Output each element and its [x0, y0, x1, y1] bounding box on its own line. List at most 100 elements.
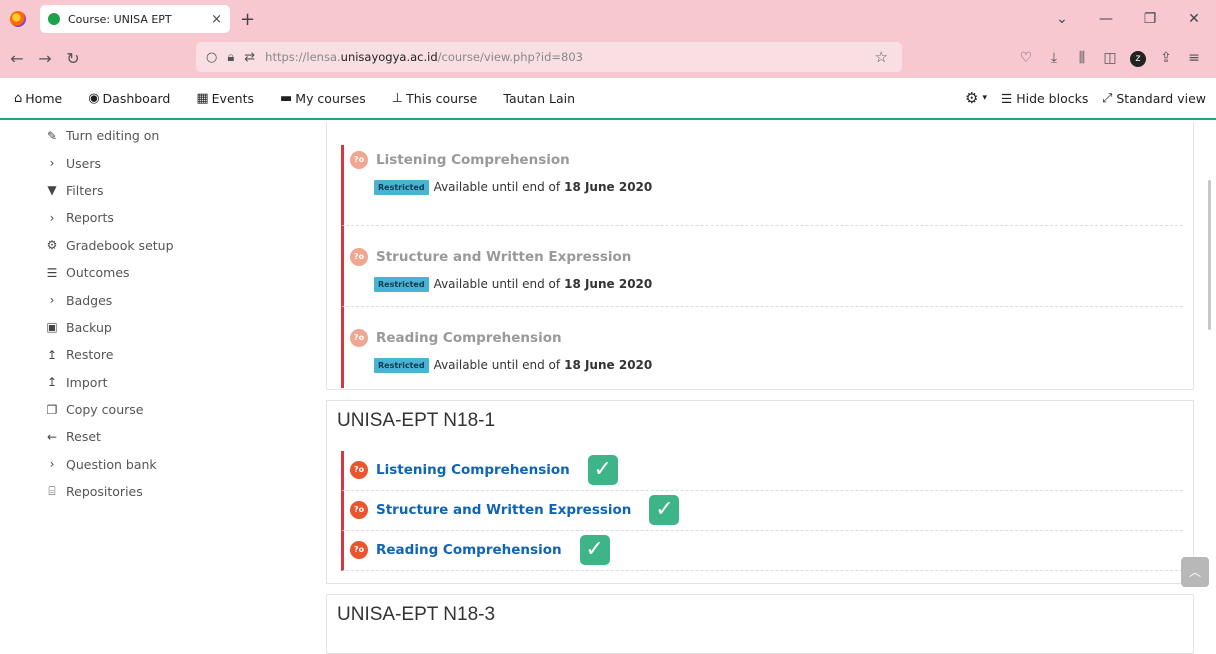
page-scrollbar[interactable] — [1208, 180, 1211, 330]
standard-view-button[interactable]: ⤢ Standard view — [1102, 90, 1206, 106]
moodle-top-nav: ⌂ Home ◉ Dashboard ▦ Events ▬ My courses ⊥ Th… — [0, 78, 1216, 120]
back-icon[interactable]: ← — [6, 49, 28, 68]
download-icon[interactable]: ⤓ — [1040, 50, 1068, 66]
section-title: UNISA-EPT N18-1 — [337, 410, 496, 431]
admin-item-label: Repositories — [66, 484, 143, 500]
admin-item-turn-editing[interactable]: ✎ Turn editing on — [0, 122, 300, 149]
back-to-top-button[interactable]: ︿ — [1181, 557, 1209, 587]
nav-tautan-lain-label: Tautan Lain — [503, 90, 575, 106]
sitemap-icon: ⊥ — [391, 90, 404, 106]
window-controls: ⌄ — ❐ ✕ — [1040, 0, 1216, 38]
restriction-info: Restricted Available until end of 18 June … — [350, 353, 1183, 377]
permissions-icon[interactable]: ⇄ — [244, 50, 255, 65]
browser-toolbar-icons: ♡ ⤓ ⫼ ◫ z ⇪ ≡ — [1012, 38, 1208, 78]
admin-item-gradebook-setup[interactable]: ⚙ Gradebook setup — [0, 232, 300, 259]
shield-icon[interactable]: ○ — [206, 50, 217, 65]
pocket-icon[interactable]: ♡ — [1012, 50, 1040, 66]
nav-my-courses[interactable]: ▬ My courses — [280, 91, 366, 106]
forward-icon[interactable]: → — [34, 49, 56, 68]
expand-icon: ⤢ — [1102, 90, 1113, 105]
quiz-icon: ?o — [350, 329, 368, 347]
firefox-logo-icon — [10, 11, 26, 27]
tab-close-icon[interactable]: × — [211, 12, 222, 27]
account-icon[interactable]: z — [1124, 49, 1152, 67]
share-icon[interactable]: ⇪ — [1152, 50, 1180, 66]
filter-icon: ▼ — [47, 183, 57, 198]
sidebar-icon[interactable]: ◫ — [1096, 50, 1124, 66]
admin-item-label: Reports — [66, 210, 114, 226]
standard-view-label: Standard view — [1116, 90, 1206, 106]
hide-blocks-button[interactable]: ☰ Hide blocks — [1001, 91, 1088, 106]
gear-icon: ⚙ — [46, 238, 58, 253]
nav-home[interactable]: ⌂ Home — [14, 91, 62, 106]
course-section-n18-3: UNISA-EPT N18-3 — [326, 594, 1194, 654]
admin-item-reset[interactable]: ← Reset — [0, 423, 300, 450]
bookmark-star-icon[interactable]: ☆ — [875, 48, 888, 66]
library-icon[interactable]: ⫼ — [1068, 50, 1096, 66]
course-admin-block: ✎ Turn editing on › Users ▼ Filters › Report… — [0, 122, 300, 505]
nav-tautan-lain[interactable]: Tautan Lain — [503, 91, 575, 106]
restriction-date: 18 June 2020 — [564, 358, 653, 372]
completion-check-icon[interactable]: ✓ — [649, 495, 680, 525]
lock-icon[interactable]: 🔒︎ — [227, 50, 234, 65]
minimize-icon[interactable]: — — [1084, 11, 1128, 27]
activity-listening-restricted: ?o Listening Comprehension Restricted Avai… — [341, 145, 1183, 226]
admin-item-label: Question bank — [66, 456, 157, 472]
course-section-n18-1: UNISA-EPT N18-1 ?o Listening Comprehensio… — [326, 400, 1194, 584]
chevron-right-icon: › — [49, 210, 55, 225]
arrow-left-icon: ← — [46, 429, 58, 444]
section-title: UNISA-EPT N18-3 — [337, 604, 496, 625]
home-icon: ⌂ — [14, 90, 23, 106]
nav-this-course[interactable]: ⊥ This course — [392, 91, 478, 106]
admin-item-badges[interactable]: › Badges — [0, 286, 300, 313]
tab-list-icon[interactable]: ⌄ — [1040, 11, 1084, 27]
activity-reading: ?o Reading Comprehension ✓ — [341, 531, 1183, 571]
admin-item-copy-course[interactable]: ❐ Copy course — [0, 396, 300, 423]
admin-item-label: Backup — [66, 319, 112, 335]
completion-check-icon[interactable]: ✓ — [587, 455, 618, 485]
activity-structure: ?o Structure and Written Expression ✓ — [341, 491, 1183, 531]
admin-item-import[interactable]: ↥ Import — [0, 369, 300, 396]
admin-item-label: Turn editing on — [66, 128, 160, 144]
admin-item-restore[interactable]: ↥ Restore — [0, 341, 300, 368]
settings-menu[interactable]: ⚙ ▾ — [965, 89, 987, 107]
admin-item-backup[interactable]: ▣ Backup — [0, 314, 300, 341]
restricted-badge: Restricted — [374, 276, 429, 292]
dashboard-icon: ◉ — [88, 90, 100, 106]
backup-icon: ▣ — [46, 320, 58, 335]
admin-item-filters[interactable]: ▼ Filters — [0, 177, 300, 204]
activity-link[interactable]: Reading Comprehension — [376, 542, 562, 558]
hide-blocks-label: Hide blocks — [1016, 90, 1089, 106]
admin-item-label: Filters — [66, 182, 104, 198]
url-text[interactable]: https://lensa.unisayogya.ac.id/course/vi… — [265, 50, 583, 64]
admin-item-question-bank[interactable]: › Question bank — [0, 451, 300, 478]
restriction-info: Restricted Available until end of 18 June … — [350, 272, 1183, 296]
restriction-date: 18 June 2020 — [564, 277, 653, 291]
admin-item-reports[interactable]: › Reports — [0, 204, 300, 231]
admin-item-users[interactable]: › Users — [0, 149, 300, 176]
admin-item-repositories[interactable]: ⌸ Repositories — [0, 478, 300, 505]
import-icon: ↥ — [46, 375, 58, 390]
url-bar[interactable]: ○ 🔒︎ ⇄ https://lensa.unisayogya.ac.id/co… — [196, 42, 902, 72]
admin-item-outcomes[interactable]: ☰ Outcomes — [0, 259, 300, 286]
activity-link[interactable]: Listening Comprehension — [376, 462, 570, 478]
admin-item-label: Gradebook setup — [66, 237, 174, 253]
repository-icon: ⌸ — [48, 484, 56, 499]
completion-check-icon[interactable]: ✓ — [579, 535, 610, 565]
new-tab-button[interactable]: + — [240, 9, 255, 30]
activity-link[interactable]: Structure and Written Expression — [376, 502, 631, 518]
restore-icon: ↥ — [46, 347, 58, 362]
briefcase-icon: ▬ — [279, 90, 293, 106]
restore-window-icon[interactable]: ❐ — [1128, 11, 1172, 27]
site-favicon-icon — [48, 13, 60, 25]
activity-reading-restricted: ?o Reading Comprehension Restricted Availa… — [341, 307, 1183, 388]
quiz-icon: ?o — [350, 461, 368, 479]
browser-tab[interactable]: Course: UNISA EPT × — [40, 5, 230, 33]
admin-item-label: Badges — [66, 292, 113, 308]
close-window-icon[interactable]: ✕ — [1172, 11, 1216, 27]
reload-icon[interactable]: ↻ — [62, 49, 84, 68]
menu-icon[interactable]: ≡ — [1180, 50, 1208, 66]
nav-events[interactable]: ▦ Events — [196, 91, 254, 106]
nav-dashboard[interactable]: ◉ Dashboard — [88, 91, 170, 106]
chevron-right-icon: › — [49, 457, 55, 472]
